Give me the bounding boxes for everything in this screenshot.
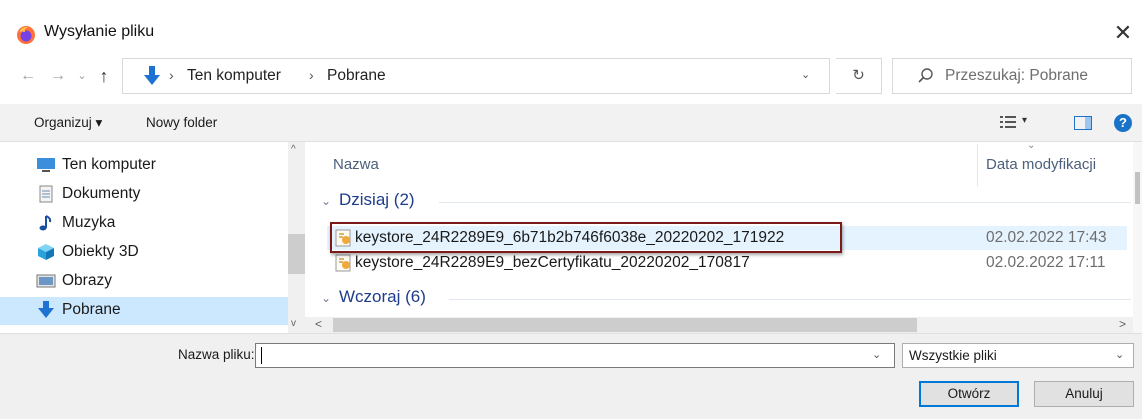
refresh-button[interactable]: ↻ <box>836 58 882 94</box>
scrollbar-thumb[interactable] <box>288 234 305 274</box>
chevron-down-icon: ⌄ <box>1115 349 1125 361</box>
open-button[interactable]: Otwórz <box>919 381 1019 407</box>
filename-combobox[interactable]: ⌄ <box>255 343 895 368</box>
scroll-right-icon[interactable]: > <box>1119 317 1126 331</box>
sort-indicator-icon: ⌄ <box>1027 140 1036 151</box>
view-options-icon[interactable] <box>1000 115 1016 129</box>
group-divider <box>439 202 1131 203</box>
group-header-today[interactable]: ⌄ Dzisiaj (2) <box>321 188 1131 216</box>
path-box[interactable]: › Ten komputer › Pobrane ⌄ <box>122 58 830 94</box>
filename-label: Nazwa pliku: <box>178 347 255 362</box>
scroll-left-icon[interactable]: < <box>315 317 322 331</box>
command-bar: Organizuj ▾ Nowy folder ▾ ? <box>0 104 1142 142</box>
breadcrumb-this-pc[interactable]: Ten komputer <box>187 67 281 85</box>
filename-input[interactable] <box>260 346 860 365</box>
sidebar-item-this-pc[interactable]: Ten komputer <box>36 152 286 180</box>
computer-icon <box>37 158 55 172</box>
sidebar-item-downloads[interactable]: Pobrane <box>0 297 288 325</box>
organize-button[interactable]: Organizuj ▾ <box>34 115 102 131</box>
group-header-yesterday[interactable]: ⌄ Wczoraj (6) <box>321 285 1131 313</box>
chevron-down-icon[interactable]: ⌄ <box>801 68 810 81</box>
certificate-file-icon <box>335 254 351 272</box>
music-icon <box>39 215 52 231</box>
sidebar-item-pictures[interactable]: Obrazy <box>36 268 286 296</box>
search-input[interactable] <box>945 60 1125 92</box>
file-row[interactable]: keystore_24R2289E9_bezCertyfikatu_202202… <box>327 251 1127 275</box>
back-button[interactable]: ← <box>18 66 38 86</box>
recent-locations-button[interactable]: ⌄ <box>74 66 90 86</box>
search-box[interactable] <box>892 58 1132 94</box>
sidebar-item-label: Ten komputer <box>62 156 156 173</box>
navigation-scrollbar[interactable]: ^ v <box>288 142 305 333</box>
forward-button[interactable]: → <box>48 66 68 86</box>
breadcrumb-separator: › <box>169 67 174 83</box>
text-cursor <box>261 347 262 364</box>
sidebar-item-music[interactable]: Muzyka <box>36 210 286 238</box>
3d-objects-icon <box>38 244 54 260</box>
file-type-value: Wszystkie pliki <box>909 348 997 363</box>
title-bar: Wysyłanie pliku ✕ <box>0 0 1142 56</box>
downloads-icon <box>144 66 160 85</box>
cancel-button[interactable]: Anuluj <box>1034 381 1134 407</box>
chevron-down-icon: ⌄ <box>321 194 332 208</box>
sidebar-item-label: Obiekty 3D <box>62 243 139 260</box>
group-label: Dzisiaj (2) <box>339 190 415 209</box>
scrollbar-thumb[interactable] <box>1135 172 1140 204</box>
downloads-icon <box>38 301 54 318</box>
up-button[interactable]: ↑ <box>94 66 114 86</box>
breadcrumb-downloads[interactable]: Pobrane <box>327 67 386 85</box>
sidebar-item-label: Pobrane <box>62 301 121 318</box>
file-type-select[interactable]: Wszystkie pliki ⌄ <box>902 343 1134 368</box>
close-button[interactable]: ✕ <box>1104 18 1142 48</box>
sidebar-item-label: Muzyka <box>62 214 116 231</box>
chevron-down-icon: ⌄ <box>321 291 332 305</box>
column-divider[interactable] <box>977 144 978 186</box>
chevron-down-icon[interactable]: ⌄ <box>872 348 881 361</box>
file-date: 02.02.2022 17:43 <box>986 229 1107 246</box>
help-icon[interactable]: ? <box>1114 114 1132 132</box>
file-name: keystore_24R2289E9_bezCertyfikatu_202202… <box>355 254 750 271</box>
preview-pane-icon[interactable] <box>1074 116 1092 130</box>
new-folder-button[interactable]: Nowy folder <box>146 115 217 130</box>
sidebar-item-3d-objects[interactable]: Obiekty 3D <box>36 239 286 267</box>
document-icon <box>39 185 53 203</box>
sidebar-item-documents[interactable]: Dokumenty <box>36 181 286 209</box>
scroll-up-icon[interactable]: ^ <box>291 144 296 155</box>
sidebar-item-label: Obrazy <box>62 272 112 289</box>
file-list: Nazwa ⌄ Data modyfikacji ⌄ Dzisiaj (2) k… <box>305 140 1142 333</box>
group-divider <box>449 299 1131 300</box>
scroll-down-icon[interactable]: v <box>291 318 296 329</box>
dialog-footer: Nazwa pliku: ⌄ Wszystkie pliki ⌄ Otwórz … <box>0 333 1142 419</box>
file-list-vertical-scrollbar[interactable] <box>1133 142 1142 333</box>
navigation-pane: Ten komputer Dokumenty Muzyka Obiekty 3D… <box>0 142 305 333</box>
file-date: 02.02.2022 17:11 <box>986 254 1106 271</box>
address-bar: ← → ⌄ ↑ › Ten komputer › Pobrane ⌄ ↻ <box>0 56 1142 96</box>
scrollbar-thumb[interactable] <box>333 318 917 332</box>
breadcrumb-separator: › <box>309 67 314 83</box>
firefox-icon <box>17 26 35 44</box>
sidebar-item-label: Dokumenty <box>62 185 141 202</box>
file-list-horizontal-scrollbar[interactable]: < > <box>305 317 1133 333</box>
window-title: Wysyłanie pliku <box>44 23 155 40</box>
group-label: Wczoraj (6) <box>339 287 426 306</box>
search-icon <box>918 68 933 83</box>
annotation-highlight-box <box>330 222 842 253</box>
pictures-icon <box>36 274 56 288</box>
view-dropdown-icon[interactable]: ▾ <box>1022 115 1027 126</box>
